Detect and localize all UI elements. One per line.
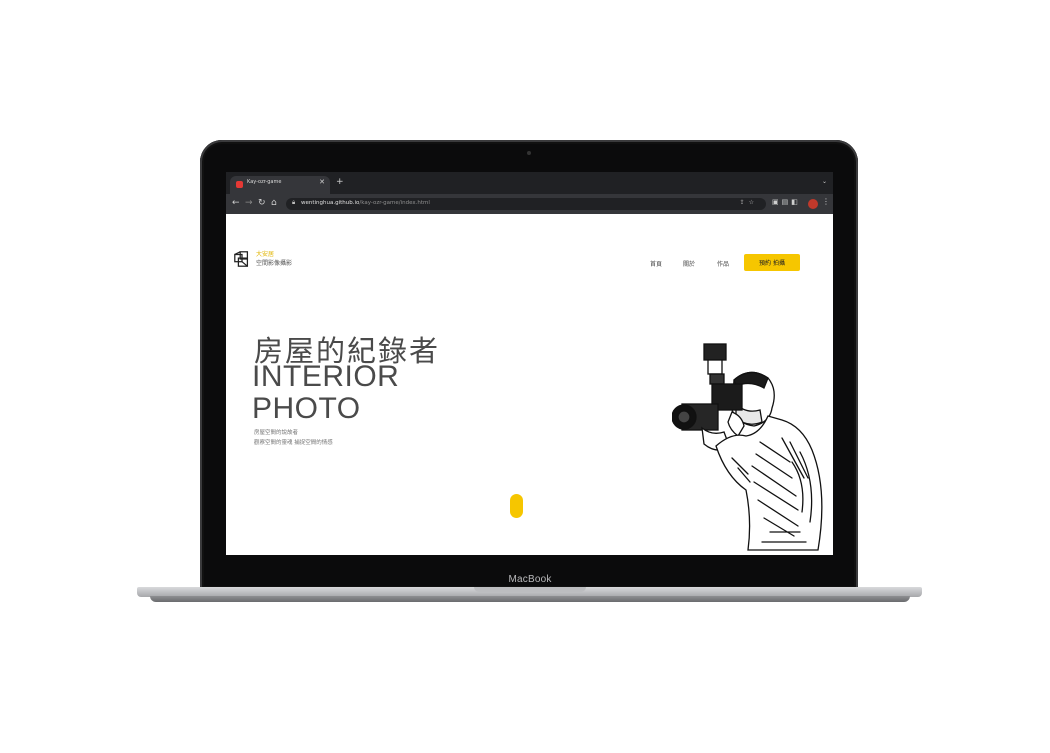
browser-tab-strip: Kay-ozr-game ✕ + ⌄ (226, 172, 833, 194)
nav-item-home[interactable]: 首頁 (650, 259, 662, 268)
scroll-indicator[interactable] (510, 494, 523, 518)
nav-item-about[interactable]: 關於 (683, 259, 695, 268)
browser-toolbar: ← → ↻ ⌂ 🔒︎ wentinghua.github.io/kay-ozr-… (226, 194, 833, 214)
reload-icon[interactable]: ↻ (258, 198, 266, 208)
home-icon[interactable]: ⌂ (271, 198, 277, 208)
photographer-illustration (672, 343, 823, 551)
close-tab-icon[interactable]: ✕ (319, 178, 325, 186)
share-icon[interactable]: ⇪☆ (740, 199, 758, 206)
logo-tagline: 空間影像攝影 (256, 260, 293, 267)
tab-search-icon[interactable]: ⌄ (822, 178, 827, 185)
logo-icon[interactable] (233, 250, 251, 268)
hero-title-en-line2: PHOTO (252, 392, 361, 425)
new-tab-button[interactable]: + (336, 177, 344, 187)
avatar[interactable] (808, 199, 818, 209)
forward-icon[interactable]: → (245, 198, 253, 208)
web-page: 大安居 空間影像攝影 首頁 關於 作品 預約 拍攝 房屋的紀錄者 INTERIO… (226, 214, 833, 555)
tab-title: Kay-ozr-game (247, 179, 282, 185)
laptop-base-shadow (150, 596, 910, 602)
laptop-notch (474, 587, 586, 592)
hero-subtitle-line1: 房屋空間的說故者 (254, 430, 299, 436)
nav-item-works[interactable]: 作品 (717, 259, 729, 268)
browser-tab[interactable]: Kay-ozr-game ✕ (230, 176, 330, 194)
hero-title-en-line1: INTERIOR (252, 360, 400, 393)
lock-icon: 🔒︎ (292, 199, 296, 206)
url-text: wentinghua.github.io/kay-ozr-game/index.… (301, 200, 430, 206)
back-icon[interactable]: ← (232, 198, 240, 208)
favicon-icon (236, 181, 243, 188)
extension-icon[interactable]: ▣▤◧ (772, 198, 801, 206)
book-shoot-button[interactable]: 預約 拍攝 (744, 254, 800, 271)
menu-icon[interactable]: ⋮ (822, 197, 830, 206)
logo-name[interactable]: 大安居 (256, 249, 274, 258)
address-bar[interactable]: 🔒︎ wentinghua.github.io/kay-ozr-game/ind… (286, 198, 766, 210)
webcam (527, 151, 531, 155)
laptop-screen: Kay-ozr-game ✕ + ⌄ ← → ↻ ⌂ 🔒︎ wentinghua… (226, 172, 833, 555)
device-brand: MacBook (508, 574, 552, 585)
hero-subtitle-line2: 觀察空間的靈魂 捕捉空間的情感 (254, 440, 333, 446)
